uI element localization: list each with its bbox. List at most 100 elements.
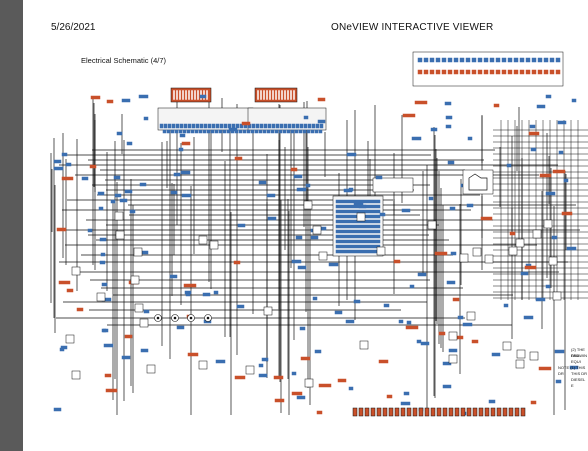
connector-pin bbox=[271, 123, 276, 129]
sensor-center bbox=[189, 316, 193, 320]
wire-connector bbox=[61, 152, 68, 157]
document-page[interactable]: 5/26/2021 ONeVIEW INTERACTIVE VIEWER Ele… bbox=[23, 0, 588, 451]
wire-connector bbox=[143, 309, 150, 314]
connector-pin bbox=[262, 89, 266, 101]
component bbox=[263, 306, 273, 316]
connector-pin bbox=[435, 57, 441, 63]
wire-connector bbox=[346, 152, 357, 157]
connector-pin bbox=[513, 69, 519, 75]
connector-pin bbox=[537, 69, 543, 75]
wire-connector bbox=[97, 191, 105, 196]
connector-pin bbox=[255, 123, 260, 129]
component-tag bbox=[318, 383, 332, 388]
fuse bbox=[508, 407, 514, 417]
wire-connector bbox=[520, 271, 529, 276]
fuse bbox=[436, 407, 442, 417]
component bbox=[96, 292, 106, 302]
component bbox=[133, 247, 143, 257]
fuse bbox=[424, 407, 430, 417]
connector-pin bbox=[501, 69, 507, 75]
connector-pin bbox=[163, 123, 168, 129]
wire-connector bbox=[121, 355, 131, 360]
component bbox=[71, 370, 81, 380]
connector-pin bbox=[292, 89, 296, 101]
wire-connector bbox=[202, 292, 211, 297]
connector-pin bbox=[266, 129, 271, 134]
wire-connector bbox=[53, 166, 64, 171]
component-tag bbox=[434, 251, 448, 256]
component bbox=[516, 349, 526, 359]
electrical-schematic-diagram[interactable] bbox=[23, 0, 588, 451]
component bbox=[448, 331, 458, 341]
connector-pin bbox=[242, 129, 247, 134]
connector-pin bbox=[187, 89, 191, 101]
wire-connector bbox=[258, 363, 264, 368]
connector-pin bbox=[555, 57, 561, 63]
connector-pin bbox=[214, 129, 219, 134]
wire-connector bbox=[557, 120, 567, 125]
wire-connector bbox=[119, 198, 128, 203]
connector-pin bbox=[283, 123, 288, 129]
connector-pin bbox=[543, 57, 549, 63]
component bbox=[114, 211, 124, 221]
connector-pin bbox=[318, 129, 323, 134]
document-viewer[interactable]: 5/26/2021 ONeVIEW INTERACTIVE VIEWER Ele… bbox=[0, 0, 588, 451]
wire-connector bbox=[139, 182, 147, 187]
connector-pin bbox=[218, 129, 223, 134]
component bbox=[71, 266, 81, 276]
wire-connector bbox=[266, 193, 276, 198]
connector-pin bbox=[186, 129, 191, 134]
connector-pin bbox=[489, 69, 495, 75]
wire-connector bbox=[185, 292, 191, 297]
wire-connector bbox=[178, 147, 184, 152]
wire-connector bbox=[295, 235, 303, 240]
component-tag bbox=[452, 297, 460, 302]
connector-pin bbox=[549, 57, 555, 63]
connector-pin bbox=[184, 89, 188, 101]
component-tag bbox=[105, 388, 118, 393]
connector-pin bbox=[172, 89, 176, 101]
connector-pin bbox=[315, 123, 320, 129]
connector-pin bbox=[286, 129, 291, 134]
wire-connector bbox=[383, 303, 390, 308]
component-tag bbox=[530, 400, 537, 405]
wire-connector bbox=[545, 284, 551, 289]
component-tag bbox=[234, 156, 243, 161]
wire-connector bbox=[379, 212, 386, 217]
sensor-center bbox=[173, 316, 177, 320]
connector-pin bbox=[335, 224, 381, 229]
wire-connector bbox=[98, 206, 104, 211]
fuse bbox=[448, 407, 454, 417]
connector-pin bbox=[190, 129, 195, 134]
component bbox=[245, 365, 255, 375]
wire-connector bbox=[445, 124, 452, 129]
connector-pin bbox=[275, 123, 280, 129]
connector-pin bbox=[170, 129, 175, 134]
connector-pin bbox=[206, 129, 211, 134]
wire-connector bbox=[554, 349, 565, 354]
wire-connector bbox=[450, 251, 457, 256]
connector-pin bbox=[283, 89, 287, 101]
connector-pin bbox=[181, 89, 185, 101]
wire-connector bbox=[545, 94, 552, 99]
fuse bbox=[376, 407, 382, 417]
component bbox=[139, 318, 149, 328]
connector-pin bbox=[319, 123, 324, 129]
connector-pin bbox=[298, 129, 303, 134]
connector-pin bbox=[335, 209, 381, 214]
connector-pin bbox=[207, 123, 212, 129]
wire-connector bbox=[296, 395, 306, 400]
seat-symbol bbox=[462, 169, 494, 195]
wire-connector bbox=[442, 384, 452, 389]
component bbox=[427, 220, 437, 230]
component bbox=[146, 364, 156, 374]
connector-pin bbox=[335, 249, 381, 254]
component bbox=[466, 311, 476, 321]
wire-connector bbox=[170, 190, 178, 195]
wire-connector bbox=[449, 206, 456, 211]
wire-connector bbox=[124, 189, 133, 194]
wire-connector bbox=[446, 280, 456, 285]
wire-connector bbox=[317, 119, 326, 124]
connector-pin bbox=[286, 89, 290, 101]
component-tag bbox=[493, 103, 500, 108]
